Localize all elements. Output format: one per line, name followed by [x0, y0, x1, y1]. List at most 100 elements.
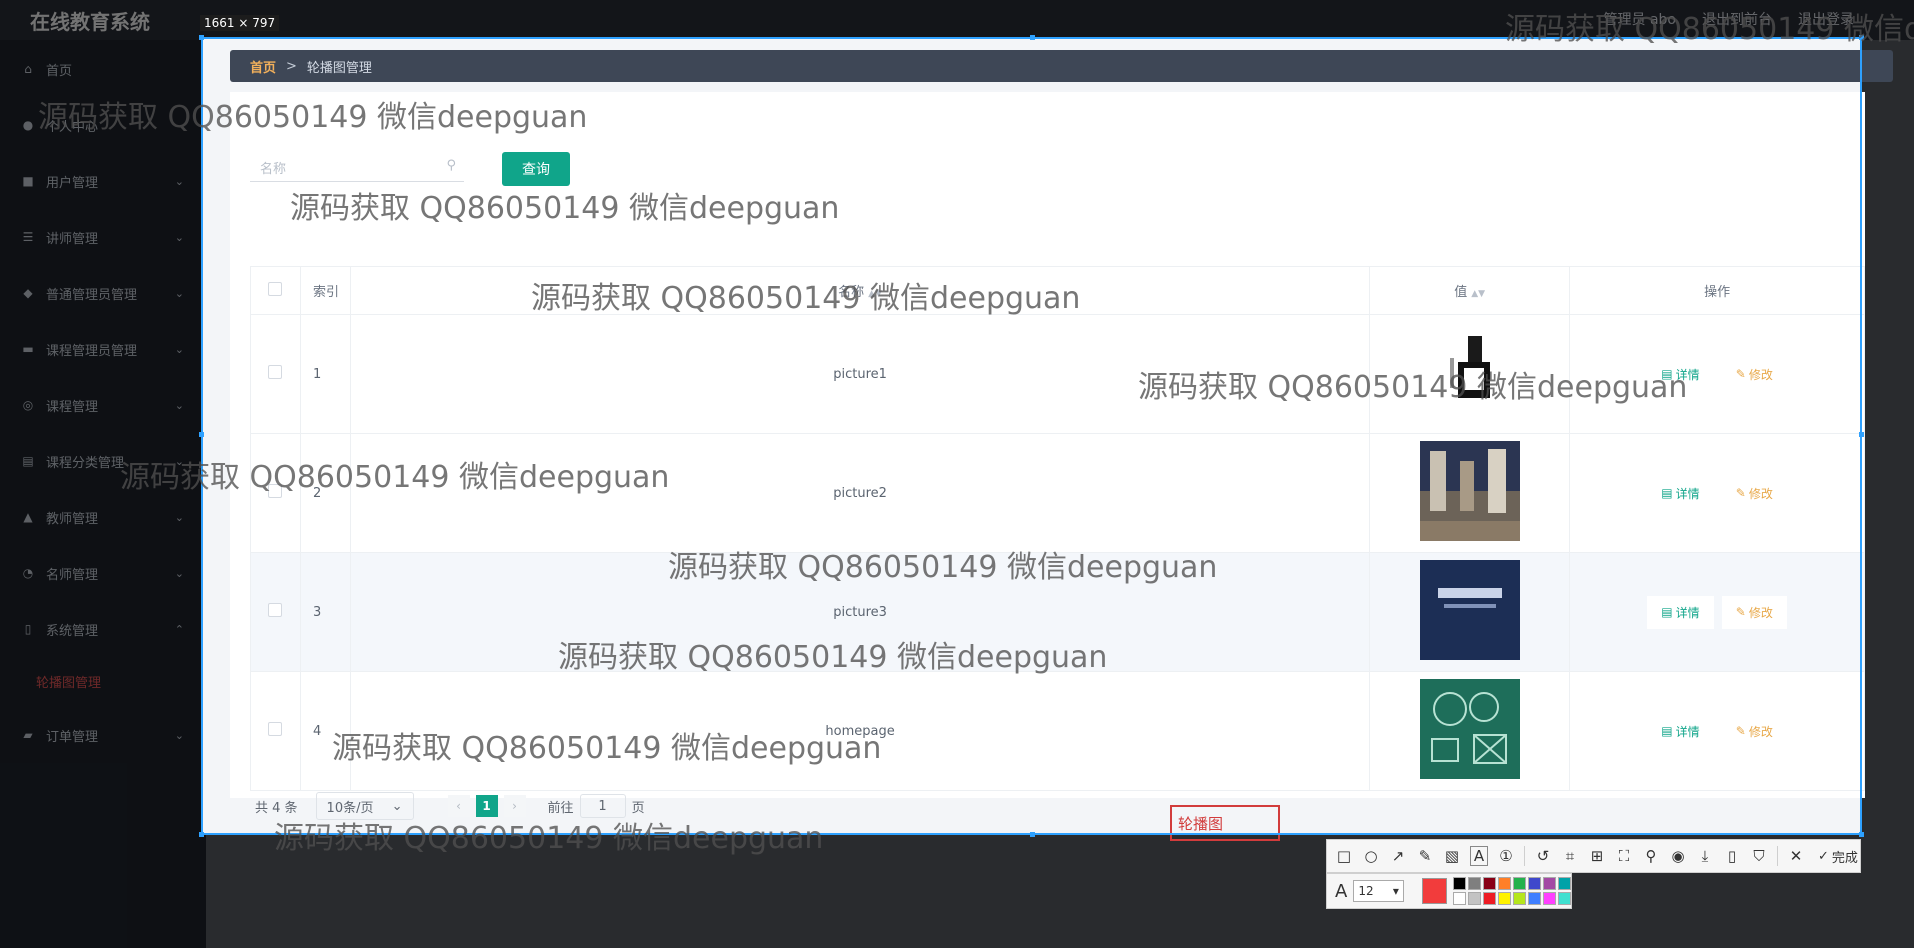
search-input[interactable]: 名称 ⚲: [250, 152, 464, 182]
color-swatch[interactable]: [1453, 877, 1466, 890]
sidebar-item-teachers[interactable]: ▲ 教师管理 ⌄: [0, 497, 206, 537]
sidebar-item-home[interactable]: ⌂ 首页: [0, 49, 206, 89]
edit-button[interactable]: ✎ 修改: [1722, 477, 1787, 510]
thumb-icon: ▲: [23, 510, 33, 524]
color-swatch[interactable]: [1543, 877, 1556, 890]
back-to-front-link[interactable]: 退出到前台: [1702, 9, 1772, 29]
rectangle-icon[interactable]: □: [1335, 847, 1353, 865]
resize-handle-top[interactable]: [1030, 35, 1035, 40]
edit-button[interactable]: ✎ 修改: [1722, 715, 1787, 748]
pencil-icon: ✎: [1735, 486, 1746, 500]
sidebar-item-admins[interactable]: ◆ 普通管理员管理 ⌄: [0, 273, 206, 313]
pagination: 共 4 条 10条/页 ⌄ ‹ 1 › 前往 1 页: [255, 792, 645, 820]
caret-down-icon: ▾: [1392, 884, 1399, 898]
sidebar-item-lecturers[interactable]: ☰ 讲师管理 ⌄: [0, 217, 206, 257]
sidebar-item-famous-teachers[interactable]: ◔ 名师管理 ⌄: [0, 553, 206, 593]
admin-user-label: 管理员 abo: [1603, 12, 1676, 28]
ellipse-icon[interactable]: ○: [1362, 847, 1380, 865]
next-page-button[interactable]: ›: [503, 795, 526, 817]
resize-handle-bottom-right[interactable]: [1859, 832, 1864, 837]
edit-button[interactable]: ✎ 修改: [1722, 358, 1787, 391]
phone-icon[interactable]: ▯: [1723, 847, 1741, 865]
goto-page-input[interactable]: 1: [579, 794, 626, 818]
long-screenshot-icon[interactable]: ⛶: [1615, 847, 1633, 865]
text-icon[interactable]: A: [1470, 846, 1488, 866]
done-button[interactable]: ✓ 完成: [1818, 847, 1858, 866]
color-swatch[interactable]: [1528, 892, 1541, 905]
resize-handle-top-left[interactable]: [199, 35, 204, 40]
color-swatch[interactable]: [1498, 892, 1511, 905]
resize-handle-bottom-left[interactable]: [199, 832, 204, 837]
row-checkbox[interactable]: [268, 365, 283, 379]
row-checkbox[interactable]: [268, 603, 283, 617]
pencil-icon: ✎: [1735, 605, 1746, 619]
prev-page-button[interactable]: ‹: [447, 795, 470, 817]
pin-icon[interactable]: ⚲: [1642, 847, 1660, 865]
total-count: 共 4 条: [255, 800, 298, 816]
color-swatch[interactable]: [1498, 877, 1511, 890]
sidebar-item-orders[interactable]: ▰ 订单管理 ⌄: [0, 715, 206, 755]
color-swatch[interactable]: [1483, 877, 1496, 890]
home-icon: ⌂: [24, 62, 32, 76]
arrow-icon[interactable]: ↗: [1389, 847, 1407, 865]
color-swatch[interactable]: [1453, 892, 1466, 905]
chat-icon: ■: [22, 174, 34, 188]
sidebar-item-profile[interactable]: ● 个人中心: [0, 105, 206, 145]
sidebar-item-label: 订单管理: [46, 729, 99, 745]
resize-handle-right[interactable]: [1859, 432, 1864, 437]
logout-link[interactable]: 退出登录: [1798, 9, 1854, 29]
number-icon[interactable]: ①: [1497, 847, 1515, 865]
detail-button[interactable]: ▤ 详情: [1647, 715, 1713, 748]
undo-icon[interactable]: ↺: [1534, 847, 1552, 865]
breadcrumb-home[interactable]: 首页: [250, 57, 276, 76]
color-palette: [1453, 877, 1571, 905]
resize-handle-top-right[interactable]: [1859, 35, 1864, 40]
sidebar-item-label: 首页: [46, 63, 73, 79]
resize-handle-left[interactable]: [199, 432, 204, 437]
mosaic-icon[interactable]: ▧: [1443, 847, 1461, 865]
color-swatch[interactable]: [1558, 892, 1571, 905]
annotation-text-box[interactable]: 轮播图: [1170, 805, 1280, 841]
color-swatch[interactable]: [1543, 892, 1556, 905]
color-swatch[interactable]: [1483, 892, 1496, 905]
page-size-select[interactable]: 10条/页 ⌄: [315, 792, 414, 820]
close-icon[interactable]: ✕: [1787, 847, 1805, 865]
download-icon[interactable]: ⤓: [1696, 847, 1714, 865]
row-index: 3: [299, 552, 351, 672]
current-color-swatch[interactable]: [1421, 878, 1447, 904]
sidebar-item-course-categories[interactable]: ▤ 课程分类管理 ⌄: [0, 441, 206, 481]
sidebar-item-system[interactable]: ▯ 系统管理 ⌃: [0, 609, 206, 649]
header-name[interactable]: 名称 ▲▼: [349, 266, 1371, 315]
header-value[interactable]: 值 ▲▼: [1369, 266, 1571, 315]
color-swatch[interactable]: [1468, 877, 1481, 890]
resize-handle-bottom[interactable]: [1030, 832, 1035, 837]
chevron-down-icon: ⌄: [174, 510, 184, 524]
translate-icon[interactable]: ⊞: [1588, 847, 1606, 865]
row-checkbox[interactable]: [268, 722, 283, 736]
detail-button[interactable]: ▤ 详情: [1647, 358, 1713, 391]
color-swatch[interactable]: [1468, 892, 1481, 905]
color-swatch[interactable]: [1513, 892, 1526, 905]
color-swatch[interactable]: [1513, 877, 1526, 890]
sidebar-item-users[interactable]: ■ 用户管理 ⌄: [0, 161, 206, 201]
font-size-select[interactable]: 12 ▾: [1353, 880, 1404, 902]
page-number-current[interactable]: 1: [475, 795, 498, 817]
ocr-icon[interactable]: ⌗: [1561, 847, 1579, 865]
sidebar-item-course-admins[interactable]: ▬ 课程管理员管理 ⌄: [0, 329, 206, 369]
detail-button[interactable]: ▤ 详情: [1647, 595, 1714, 629]
pen-icon[interactable]: ✎: [1416, 847, 1434, 865]
select-all-checkbox[interactable]: [268, 281, 283, 296]
query-button[interactable]: 查询: [502, 152, 570, 186]
detail-button[interactable]: ▤ 详情: [1647, 477, 1713, 510]
color-swatch[interactable]: [1528, 877, 1541, 890]
record-icon[interactable]: ◉: [1669, 847, 1687, 865]
row-name: picture3: [349, 552, 1371, 672]
row-checkbox[interactable]: [268, 484, 283, 498]
row-actions: ▤ 详情 ✎ 修改: [1569, 314, 1865, 434]
color-swatch[interactable]: [1558, 877, 1571, 890]
sidebar-item-label: 普通管理员管理: [46, 287, 138, 303]
bookmark-icon[interactable]: ⛉: [1750, 847, 1768, 865]
sidebar-subitem-carousel[interactable]: 轮播图管理: [0, 663, 206, 699]
sidebar-item-courses[interactable]: ◎ 课程管理 ⌄: [0, 385, 206, 425]
edit-button[interactable]: ✎ 修改: [1721, 595, 1787, 629]
